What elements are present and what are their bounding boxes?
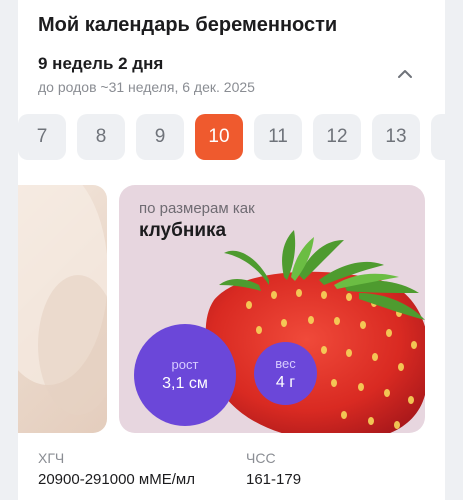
heart-rate-label: ЧСС <box>246 450 276 466</box>
week-7-button[interactable]: 7 <box>18 114 66 160</box>
hcg-label: ХГЧ <box>38 450 65 466</box>
week-selector: 7 8 9 10 11 12 13 <box>18 114 445 162</box>
due-date-subtitle: до родов ~31 неделя, 6 дек. 2025 <box>38 79 255 95</box>
week-11-button[interactable]: 11 <box>254 114 302 160</box>
previous-week-image[interactable] <box>18 185 107 433</box>
size-comparison-label: по размерам как <box>139 200 255 217</box>
weight-label: вес <box>275 355 296 371</box>
weight-value: 4 г <box>275 373 296 391</box>
height-bubble: рост 3,1 см <box>134 324 236 426</box>
height-label: рост <box>171 357 199 372</box>
height-value: 3,1 см <box>162 375 208 392</box>
week-10-button[interactable]: 10 <box>195 114 243 160</box>
heart-rate-value: 161-179 <box>246 471 302 488</box>
hcg-value: 20900-291000 мМЕ/мл <box>38 471 195 488</box>
week-9-button[interactable]: 9 <box>136 114 184 160</box>
week-13-button[interactable]: 13 <box>372 114 420 160</box>
weight-bubble: вес 4 г <box>254 342 317 405</box>
fruit-size-card[interactable]: по размерам как клубника рост 3,1 см вес… <box>119 185 425 433</box>
week-8-button[interactable]: 8 <box>77 114 125 160</box>
fruit-name: клубника <box>139 220 227 241</box>
page-title: Мой календарь беременности <box>38 14 338 36</box>
current-week: 9 недель 2 дня <box>38 54 164 73</box>
week-14-button-partial[interactable] <box>431 114 445 160</box>
week-12-button[interactable]: 12 <box>313 114 361 160</box>
chevron-up-icon[interactable] <box>393 62 417 86</box>
pregnancy-calendar-card: Мой календарь беременности 9 недель 2 дн… <box>18 0 445 500</box>
